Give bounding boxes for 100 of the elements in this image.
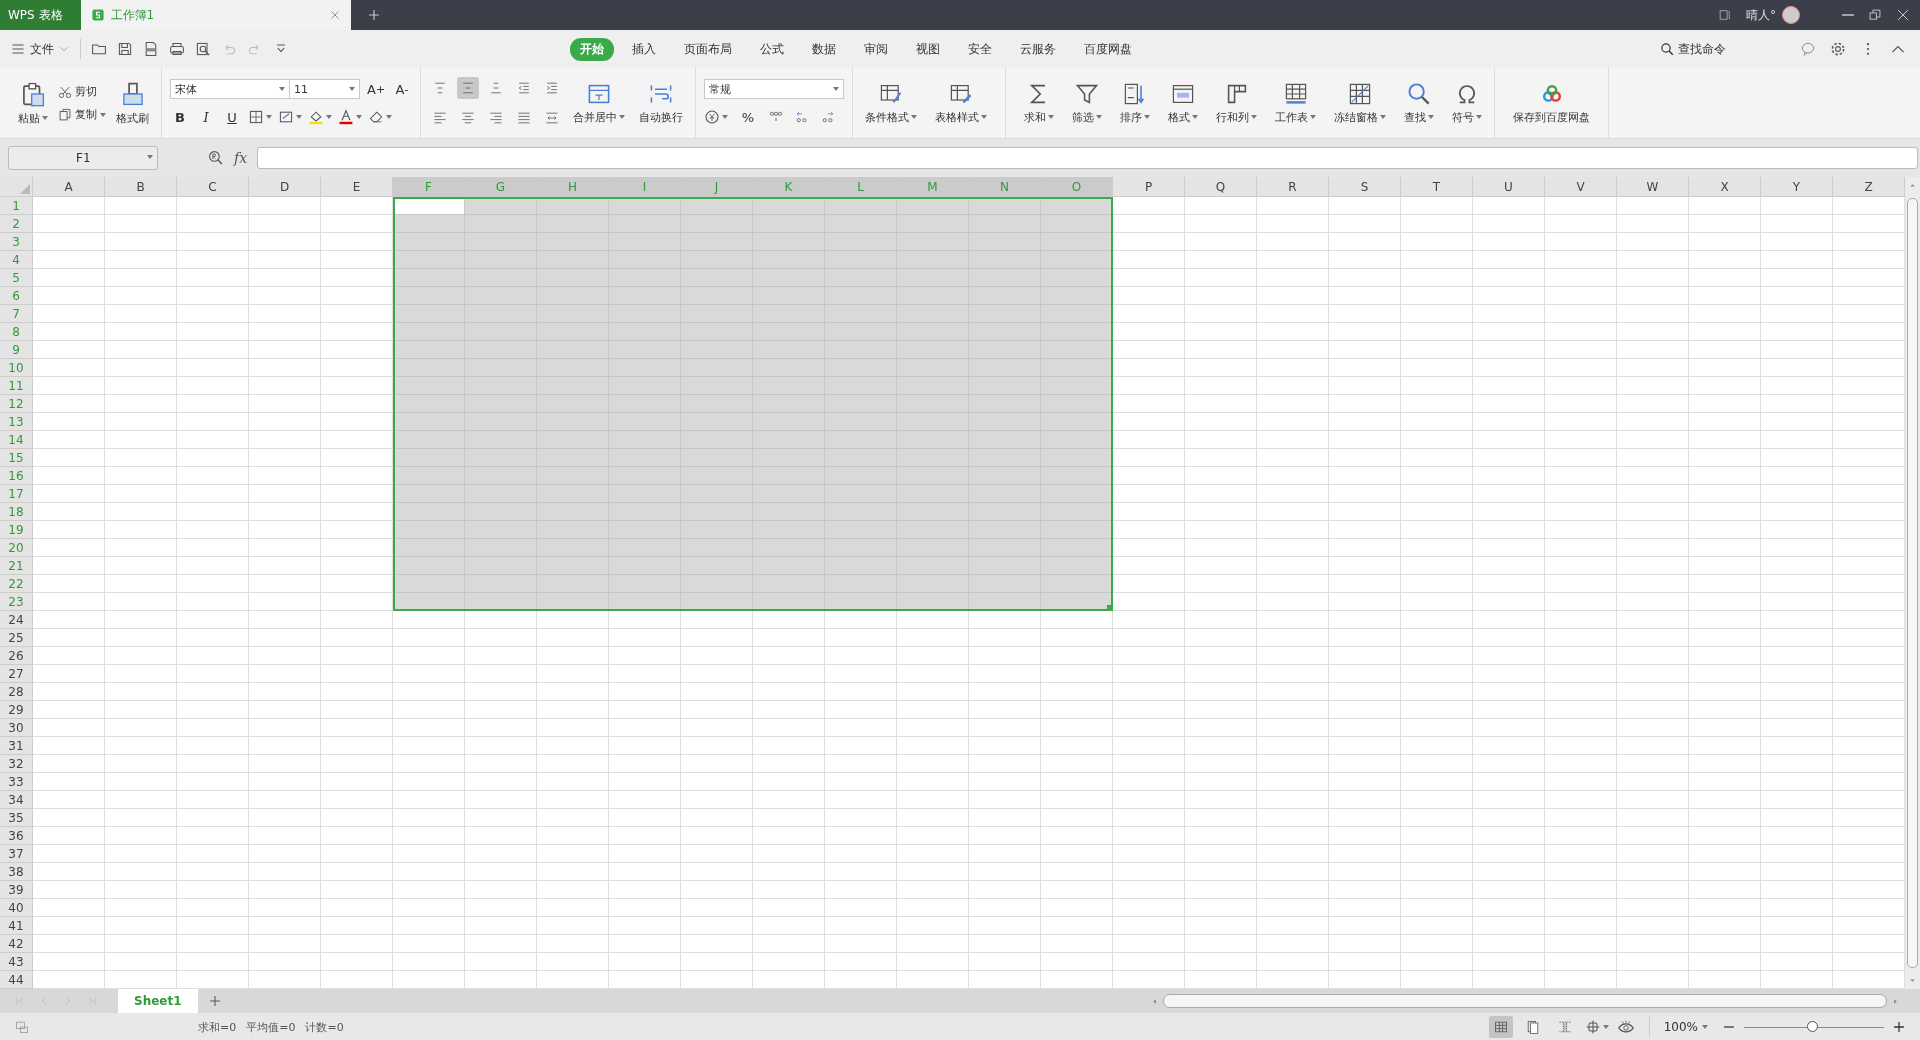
zoom-formula-button[interactable] (208, 150, 224, 166)
copy-button[interactable]: 复制 (58, 107, 106, 122)
cell-style-button[interactable] (278, 109, 302, 125)
format-painter-button[interactable]: 格式刷 (112, 78, 153, 128)
ribbon-tool-button[interactable]: 表格样式 (931, 79, 991, 127)
row-header[interactable]: 26 (0, 647, 33, 665)
row-header[interactable]: 34 (0, 791, 33, 809)
font-name-dropdown[interactable]: 宋体 (170, 79, 290, 99)
row-header[interactable]: 32 (0, 755, 33, 773)
column-header[interactable]: X (1689, 177, 1761, 197)
number-format-dropdown[interactable]: 常规 (704, 79, 844, 99)
column-header[interactable]: Y (1761, 177, 1833, 197)
horizontal-scrollbar-thumb[interactable] (1163, 994, 1887, 1008)
reading-layout-button[interactable] (1584, 1019, 1609, 1035)
avatar[interactable] (1782, 6, 1800, 24)
ribbon-tool-button[interactable]: 符号 (1448, 79, 1486, 127)
eye-protection-button[interactable] (1616, 1018, 1635, 1036)
currency-button[interactable] (704, 109, 728, 125)
column-header[interactable]: S (1329, 177, 1401, 197)
close-button[interactable] (1896, 8, 1910, 22)
ribbon-tab[interactable]: 百度网盘 (1074, 37, 1142, 61)
sheet-tab[interactable]: Sheet1 (118, 989, 198, 1013)
row-header[interactable]: 42 (0, 935, 33, 953)
close-tab-button[interactable] (328, 9, 341, 21)
ribbon-tab[interactable]: 云服务 (1010, 37, 1066, 61)
row-header[interactable]: 44 (0, 971, 33, 989)
ribbon-tool-button[interactable]: 格式 (1164, 79, 1202, 127)
zoom-slider[interactable] (1744, 1020, 1884, 1034)
settings-button[interactable] (1830, 41, 1846, 57)
ribbon-tool-button[interactable]: 求和 (1020, 79, 1058, 127)
row-header[interactable]: 43 (0, 953, 33, 971)
row-header[interactable]: 33 (0, 773, 33, 791)
window-mode-button[interactable] (1718, 8, 1732, 22)
row-header[interactable]: 35 (0, 809, 33, 827)
column-header[interactable]: A (33, 177, 105, 197)
zoom-in-button[interactable] (1892, 1020, 1906, 1034)
command-search[interactable]: 查找命令 (1660, 40, 1726, 58)
column-header[interactable]: Z (1833, 177, 1905, 197)
ribbon-tab[interactable]: 公式 (750, 37, 794, 61)
ribbon-tool-button[interactable]: 工作表 (1271, 79, 1320, 127)
row-header[interactable]: 31 (0, 737, 33, 755)
name-box[interactable]: F1 (8, 146, 158, 170)
font-color-button[interactable] (338, 109, 362, 125)
bold-button[interactable]: B (170, 107, 190, 127)
row-header[interactable]: 30 (0, 719, 33, 737)
insert-function-button[interactable]: fx (234, 150, 248, 166)
row-header[interactable]: 24 (0, 611, 33, 629)
row-header[interactable]: 41 (0, 917, 33, 935)
column-header[interactable]: R (1257, 177, 1329, 197)
row-header[interactable]: 40 (0, 899, 33, 917)
column-header[interactable]: W (1617, 177, 1689, 197)
row-header[interactable]: 25 (0, 629, 33, 647)
vertical-scrollbar-thumb[interactable] (1907, 198, 1918, 968)
ribbon-tab[interactable]: 数据 (802, 37, 846, 61)
row-header[interactable]: 39 (0, 881, 33, 899)
fill-color-button[interactable] (308, 109, 332, 125)
print-preview-button[interactable] (195, 41, 211, 57)
alignment-button[interactable] (457, 77, 479, 99)
ribbon-tool-button[interactable]: 查找 (1400, 79, 1438, 127)
ribbon-tool-button[interactable]: 筛选 (1068, 79, 1106, 127)
ribbon-tab[interactable]: 视图 (906, 37, 950, 61)
column-header[interactable]: P (1113, 177, 1185, 197)
formula-input-field[interactable] (257, 147, 1918, 169)
row-header[interactable]: 29 (0, 701, 33, 719)
borders-button[interactable] (248, 109, 272, 125)
ribbon-tool-button[interactable]: 行和列 (1212, 79, 1261, 127)
ribbon-tab[interactable]: 安全 (958, 37, 1002, 61)
row-header[interactable]: 28 (0, 683, 33, 701)
row-header[interactable]: 36 (0, 827, 33, 845)
print-button[interactable] (169, 41, 185, 57)
cut-button[interactable]: 剪切 (58, 84, 106, 99)
zoom-level-dropdown[interactable]: 100% (1663, 1020, 1708, 1034)
save-button[interactable] (117, 41, 133, 57)
font-size-dropdown[interactable]: 11 (290, 79, 360, 99)
column-header[interactable]: E (321, 177, 393, 197)
file-menu[interactable]: 文件 (10, 40, 70, 58)
column-header[interactable]: T (1401, 177, 1473, 197)
open-folder-button[interactable] (91, 41, 107, 57)
ribbon-tool-button[interactable]: 条件格式 (861, 79, 921, 127)
ribbon-tool-button[interactable]: 排序 (1116, 79, 1154, 127)
column-header[interactable]: C (177, 177, 249, 197)
app-tab[interactable]: WPS 表格 (0, 0, 81, 30)
merge-center-button[interactable]: 合并居中 (569, 79, 629, 127)
ribbon-tab[interactable]: 插入 (622, 37, 666, 61)
paste-button[interactable]: 粘贴 (14, 78, 52, 128)
feedback-button[interactable] (1800, 41, 1816, 57)
row-header[interactable]: 27 (0, 665, 33, 683)
underline-button[interactable]: U (222, 107, 242, 127)
column-header[interactable]: B (105, 177, 177, 197)
ribbon-tab[interactable]: 页面布局 (674, 37, 742, 61)
percent-button[interactable]: % (738, 107, 758, 127)
ribbon-tool-button[interactable]: 冻结窗格 (1330, 79, 1390, 127)
zoom-slider-thumb[interactable] (1806, 1020, 1818, 1032)
pdf-button[interactable] (143, 41, 159, 57)
view-mode-button[interactable] (1488, 1016, 1513, 1038)
column-header[interactable]: Q (1185, 177, 1257, 197)
column-header[interactable]: U (1473, 177, 1545, 197)
column-header[interactable]: V (1545, 177, 1617, 197)
italic-button[interactable]: I (196, 107, 216, 127)
wrap-text-button[interactable]: 自动换行 (635, 79, 687, 127)
